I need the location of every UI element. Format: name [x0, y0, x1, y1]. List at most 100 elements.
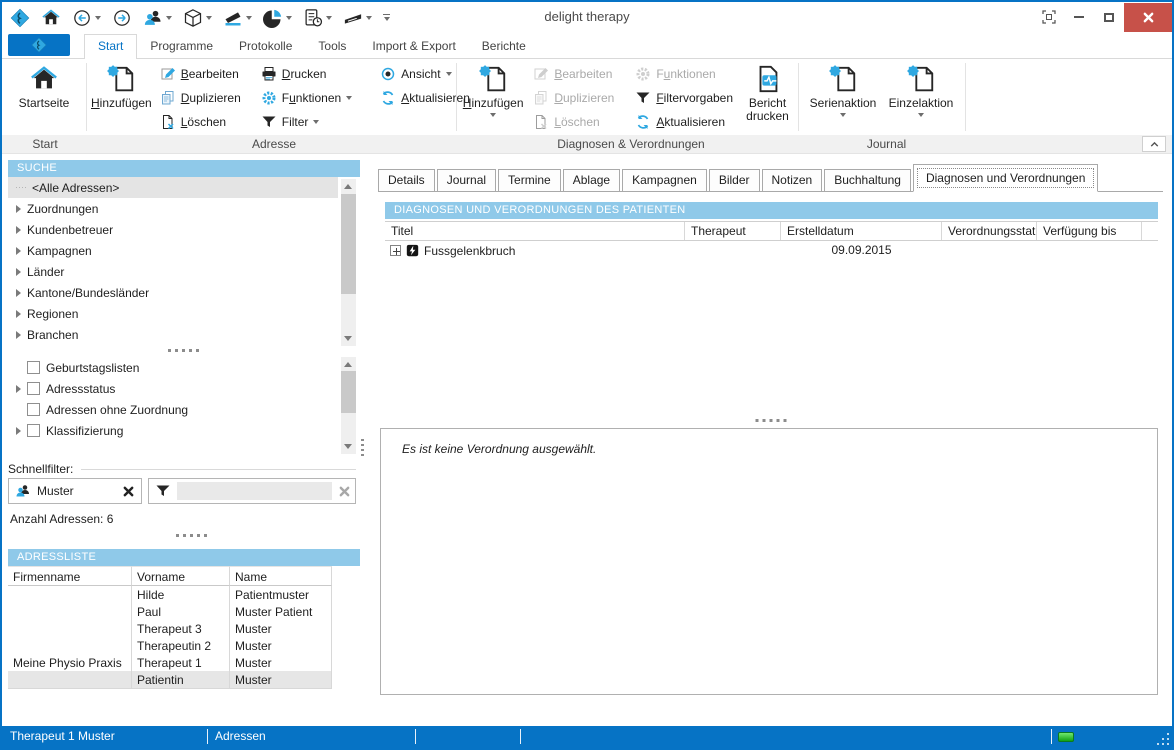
splitter-handle[interactable]: [168, 349, 199, 352]
tree-item-adressen-ohne-zuordnung[interactable]: Adressen ohne Zuordnung: [8, 399, 360, 420]
adresse-loeschen-button[interactable]: Löschen: [156, 111, 245, 132]
column-header-name[interactable]: Name: [230, 566, 332, 586]
expand-arrow-icon[interactable]: [16, 268, 21, 276]
panel-splitter-grip[interactable]: [361, 439, 364, 456]
column-header-firmenname[interactable]: Firmenname: [8, 566, 132, 586]
ribbon-tab-tools[interactable]: Tools: [305, 35, 359, 58]
application-button[interactable]: [8, 34, 70, 56]
nav-back-icon[interactable]: [72, 8, 101, 28]
diagnosen-loeschen-button[interactable]: Löschen: [529, 111, 618, 132]
einzelaktion-button[interactable]: Einzelaktion: [887, 61, 955, 117]
diagnosen-duplizieren-button[interactable]: Duplizieren: [529, 87, 618, 108]
dropdown-caret-icon[interactable]: [286, 16, 292, 20]
tab-termine[interactable]: Termine: [498, 169, 561, 191]
diagnosen-bearbeiten-button[interactable]: Bearbeiten: [529, 63, 618, 84]
column-header-therapeut[interactable]: Therapeut: [685, 222, 781, 240]
checkbox[interactable]: [27, 424, 40, 437]
diagnosen-hinzufuegen-button[interactable]: Hinzufügen: [461, 61, 525, 117]
fullscreen-button[interactable]: [1034, 3, 1064, 32]
maximize-button[interactable]: [1094, 3, 1124, 32]
table-row[interactable]: Therapeut 3Muster: [8, 620, 332, 637]
dropdown-caret-icon[interactable]: [95, 16, 101, 20]
contacts-icon[interactable]: [143, 8, 172, 28]
resize-grip[interactable]: [1167, 743, 1169, 745]
tree-item-zuordnungen[interactable]: Zuordnungen: [8, 198, 360, 219]
expand-arrow-icon[interactable]: [16, 205, 21, 213]
name-filter-field[interactable]: Muster: [8, 478, 142, 504]
clear-filter-icon[interactable]: [122, 485, 135, 498]
column-header-erstelldatum[interactable]: Erstelldatum: [781, 222, 942, 240]
bericht-drucken-button[interactable]: Bericht drucken: [741, 61, 794, 123]
expand-arrow-icon[interactable]: [16, 226, 21, 234]
tree-item-geburtstagslisten[interactable]: Geburtstagslisten: [8, 357, 360, 378]
diagnosen-aktualisieren-button[interactable]: Aktualisieren: [631, 111, 737, 132]
ribbon-tab-programme[interactable]: Programme: [137, 35, 226, 58]
filter-tree-scrollbar[interactable]: [341, 357, 356, 454]
tab-details[interactable]: Details: [378, 169, 435, 191]
app-logo-icon[interactable]: [10, 8, 30, 28]
expand-arrow-icon[interactable]: [16, 331, 21, 339]
tree-item-klassifizierung[interactable]: Klassifizierung: [8, 420, 360, 441]
scroll-down-icon[interactable]: [344, 336, 352, 341]
collapse-ribbon-button[interactable]: [1142, 136, 1166, 152]
text-filter-field[interactable]: [148, 478, 356, 504]
qat-customize-icon[interactable]: [383, 14, 390, 21]
expand-arrow-icon[interactable]: [16, 427, 21, 435]
statistics-icon[interactable]: [263, 8, 292, 28]
minimize-button[interactable]: [1064, 3, 1094, 32]
cash-register-icon[interactable]: [223, 8, 252, 28]
tree-item-branchen[interactable]: Branchen: [8, 324, 360, 345]
dropdown-caret-icon[interactable]: [326, 16, 332, 20]
expand-arrow-icon[interactable]: [16, 247, 21, 255]
ribbon-tab-protokolle[interactable]: Protokolle: [226, 35, 305, 58]
table-row[interactable]: PaulMuster Patient: [8, 603, 332, 620]
close-button[interactable]: [1124, 3, 1172, 32]
splitter-handle[interactable]: [755, 419, 786, 422]
adresse-duplizieren-button[interactable]: Duplizieren: [156, 87, 245, 108]
table-row-selected[interactable]: PatientinMuster: [8, 671, 332, 688]
ribbon-tab-start[interactable]: Start: [84, 34, 137, 59]
dropdown-caret-icon[interactable]: [206, 16, 212, 20]
expand-arrow-icon[interactable]: [16, 310, 21, 318]
diagnosen-row[interactable]: Fussgelenkbruch 09.09.2015: [385, 242, 1158, 259]
scroll-up-icon[interactable]: [344, 184, 352, 189]
table-row[interactable]: Meine Physio PraxisTherapeut 1Muster: [8, 654, 332, 671]
products-icon[interactable]: [183, 8, 212, 28]
adresse-funktionen-button[interactable]: Funktionen: [257, 87, 356, 108]
adresse-bearbeiten-button[interactable]: Bearbeiten: [156, 63, 245, 84]
tree-item-laender[interactable]: Länder: [8, 261, 360, 282]
adresse-hinzufuegen-button[interactable]: Hinzufügen: [91, 61, 152, 110]
dropdown-caret-icon[interactable]: [166, 16, 172, 20]
adresse-drucken-button[interactable]: Drucken: [257, 63, 356, 84]
tab-kampagnen[interactable]: Kampagnen: [622, 169, 707, 191]
tab-journal[interactable]: Journal: [437, 169, 496, 191]
tree-item-alle-adressen[interactable]: <Alle Adressen>: [8, 177, 338, 198]
scrollbar-thumb[interactable]: [341, 194, 356, 294]
text-filter-input[interactable]: [177, 482, 332, 500]
clear-filter-icon[interactable]: [338, 485, 351, 498]
tab-buchhaltung[interactable]: Buchhaltung: [824, 169, 911, 191]
tree-item-kundenbetreuer[interactable]: Kundenbetreuer: [8, 219, 360, 240]
checkbox[interactable]: [27, 403, 40, 416]
serienaktion-button[interactable]: Serienaktion: [809, 61, 877, 117]
dropdown-caret-icon[interactable]: [246, 16, 252, 20]
checkbox[interactable]: [27, 361, 40, 374]
startseite-button[interactable]: Startseite: [10, 61, 78, 110]
expand-arrow-icon[interactable]: [16, 289, 21, 297]
search-tree-scrollbar[interactable]: [341, 179, 356, 346]
tab-notizen[interactable]: Notizen: [762, 169, 823, 191]
dropdown-caret-icon[interactable]: [366, 16, 372, 20]
diagnosen-filtervorgaben-button[interactable]: Filtervorgaben: [631, 87, 737, 108]
table-row[interactable]: HildePatientmuster: [8, 586, 332, 603]
ribbon-tab-import-export[interactable]: Import & Export: [359, 35, 468, 58]
diagnosen-funktionen-button[interactable]: Funktionen: [631, 63, 737, 84]
scroll-up-icon[interactable]: [344, 362, 352, 367]
column-header-titel[interactable]: Titel: [385, 222, 685, 240]
tree-item-kantone[interactable]: Kantone/Bundesländer: [8, 282, 360, 303]
tree-item-adressstatus[interactable]: Adressstatus: [8, 378, 360, 399]
splitter-handle[interactable]: [176, 534, 207, 537]
expand-arrow-icon[interactable]: [16, 385, 21, 393]
table-row[interactable]: Therapeutin 2Muster: [8, 637, 332, 654]
scrollbar-thumb[interactable]: [341, 371, 356, 413]
scroll-down-icon[interactable]: [344, 444, 352, 449]
